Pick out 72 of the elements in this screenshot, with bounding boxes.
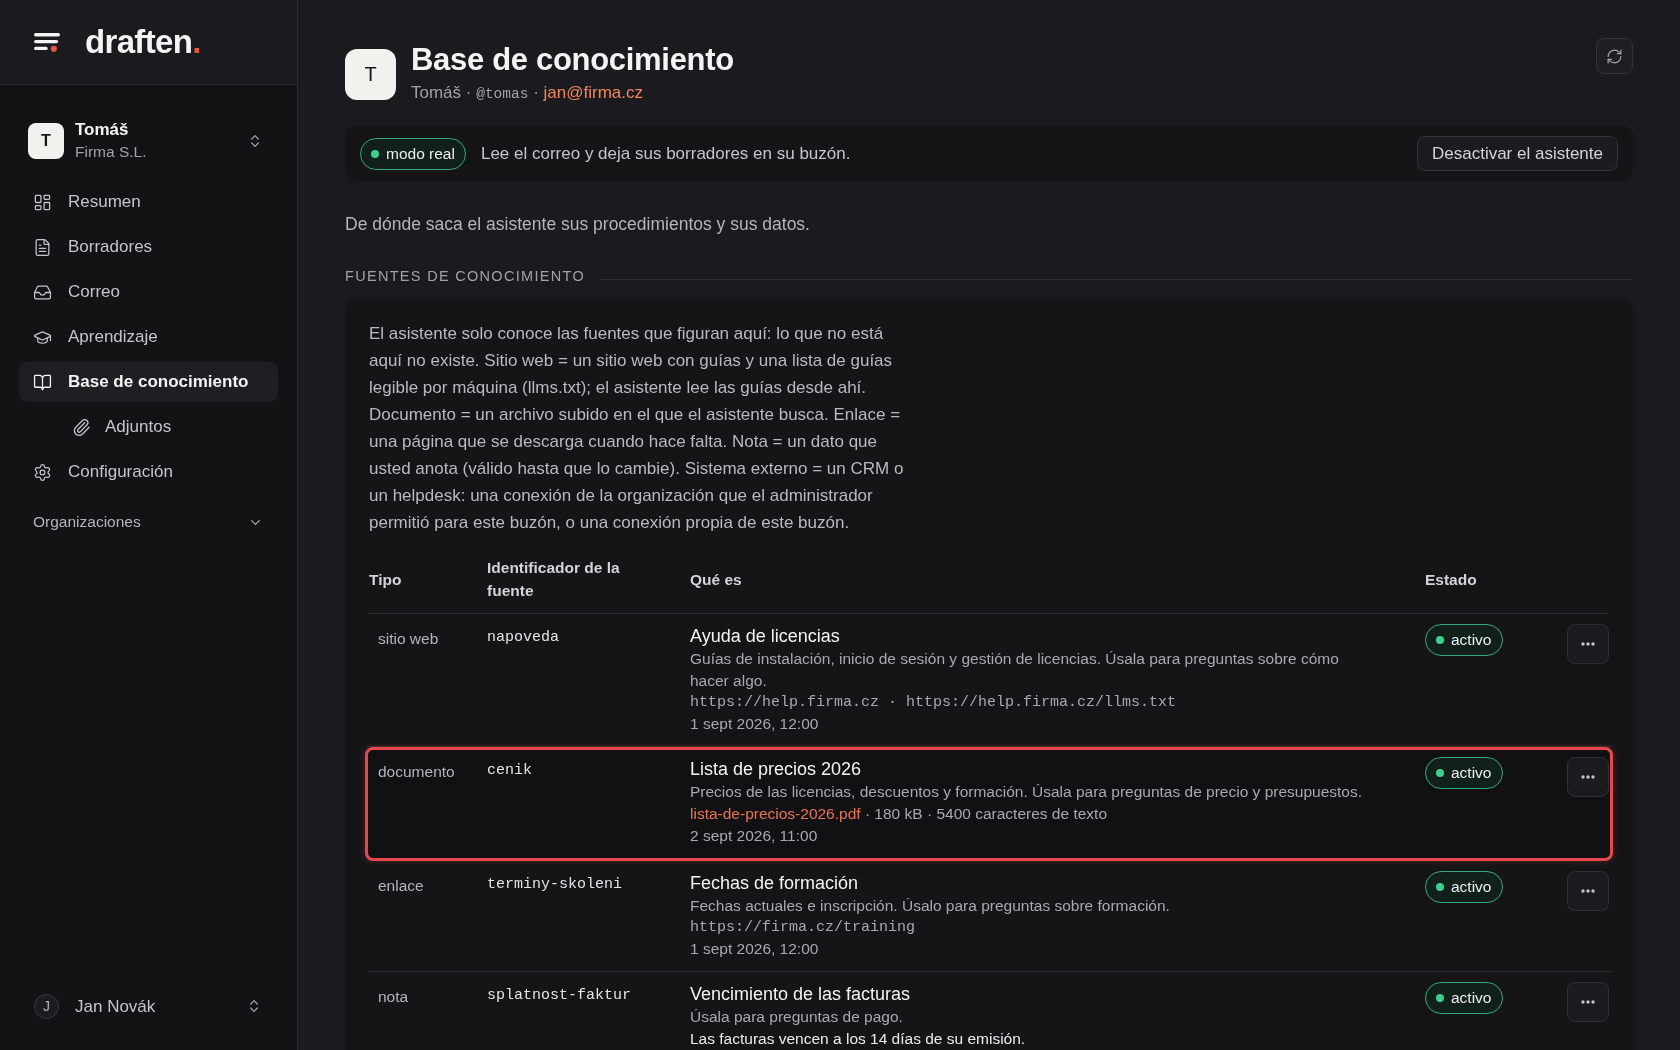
source-title: Lista de precios 2026 [690,758,862,781]
more-icon [1581,775,1595,779]
note-text: Las facturas vencen a los 14 días de su emisión. [690,1029,1026,1049]
nav-item[interactable]: Correo [19,272,278,312]
email-link[interactable]: jan@firma.cz [543,83,644,102]
nav-item[interactable]: Adjuntos [19,407,278,447]
deactivate-button[interactable]: Desactivar el asistente [1416,136,1618,171]
refresh-icon [1606,47,1623,65]
source-identifier: napoveda [487,629,559,646]
brand-name: draften. [85,23,201,61]
nav-item[interactable]: Configuración [19,452,278,492]
more-button[interactable] [1567,757,1609,797]
source-type: enlace [378,877,424,894]
more-icon [1581,1000,1595,1004]
source-title: Ayuda de licencias [690,625,840,648]
page-description: De dónde saca el asistente sus procedimientos y sus datos. [345,213,811,236]
source-type: sitio web [378,630,439,647]
more-icon [1581,642,1595,646]
section-heading: FUENTES DE CONOCIMIENTO [345,267,585,286]
source-title: Fechas de formación [690,872,859,895]
account-name: Tomáš [75,119,130,141]
source-urls: https://help.firma.cz · https://help.firma.cz/llms.txt [690,693,1177,713]
nav-item[interactable]: Resumen [19,182,278,222]
organizations-toggle[interactable]: Organizaciones [19,512,278,532]
nav-item[interactable]: Base de conocimiento [19,362,278,402]
source-description: Úsala para preguntas de pago. [690,1007,903,1027]
user-name: Jan Novák [75,995,157,1018]
source-description: Fechas actuales e inscripción. Úsalo para preguntas sobre formación. [690,896,1170,916]
more-icon [1581,889,1595,893]
nav-item[interactable]: Borradores [19,227,278,267]
document-icon [33,237,52,257]
assistant-status-text: Lee el correo y deja sus borradores en su buzón. [480,142,851,165]
source-type: documento [378,763,455,780]
status-label: activo [1451,988,1492,1009]
more-button[interactable] [1567,624,1609,664]
status-label: activo [1451,763,1492,784]
source-identifier: cenik [487,762,532,779]
column-header: Estado [1425,569,1478,590]
source-identifier: splatnost-faktur [487,987,632,1004]
dashboard-icon [33,192,52,212]
source-title: Vencimiento de las facturas [690,983,911,1006]
source-type: nota [378,988,409,1005]
source-description: Guías de instalación, inicio de sesión y gestión de licencias. Úsala para preguntas sobre cómo hacer algo. [690,649,1340,691]
status-label: activo [1451,630,1492,651]
mode-label: modo real [386,143,455,164]
source-date: 1 sept 2026, 12:00 [690,714,819,734]
page-title: Base de conocimiento [411,42,734,78]
source-date: 2 sept 2026, 11:00 [690,826,818,846]
file-details: lista-de-precios-2026.pdf · 180 kB · 5400 caracteres de texto [690,804,1107,824]
logo-icon [34,32,60,52]
source-url: https://firma.cz/training [690,918,916,938]
column-header: Tipo [369,569,403,590]
more-button[interactable] [1567,871,1609,911]
source-identifier: terminy-skoleni [487,876,623,893]
column-header: Qué es [690,569,743,590]
user-avatar: J [34,993,59,1019]
column-header: Identificador de la fuente [487,558,621,601]
book-icon [33,372,52,392]
more-button[interactable] [1567,982,1609,1022]
paperclip-icon [72,417,91,437]
file-link[interactable]: lista-de-precios-2026.pdf [690,805,861,822]
sources-intro: El asistente solo conoce las fuentes que figuran aquí: lo que no está aquí no existe. Sitio web = un sitio web con guías y una lista de guías legible por máquina (llms.txt); el asistente lee las guías desde ahí. Documento = un archivo subido en el que el asistente busca. Enlace = una página que se descarga cuando hace falta. Nota = un dato que usted anota (válido hasta que lo cambie). Sistema externo = un CRM o un helpdesk: una conexión de la organización que el administrador permitió para este buzón, o una conexión propia de este buzón. [369,323,905,534]
status-label: activo [1451,877,1492,898]
refresh-button[interactable] [1596,38,1633,74]
organization-name: Firma S.L. [75,142,148,162]
settings-icon [33,462,52,482]
avatar: T [345,48,396,100]
nav-item[interactable]: Aprendizaje [19,317,278,357]
source-description: Precios de las licencias, descuentos y formación. Úsala para preguntas de precio y presupuestos. [690,782,1363,802]
source-date: 1 sept 2026, 12:00 [690,939,819,959]
profile-meta: Tomáš · @tomas · jan@firma.cz [411,82,645,104]
avatar: T [28,123,64,159]
